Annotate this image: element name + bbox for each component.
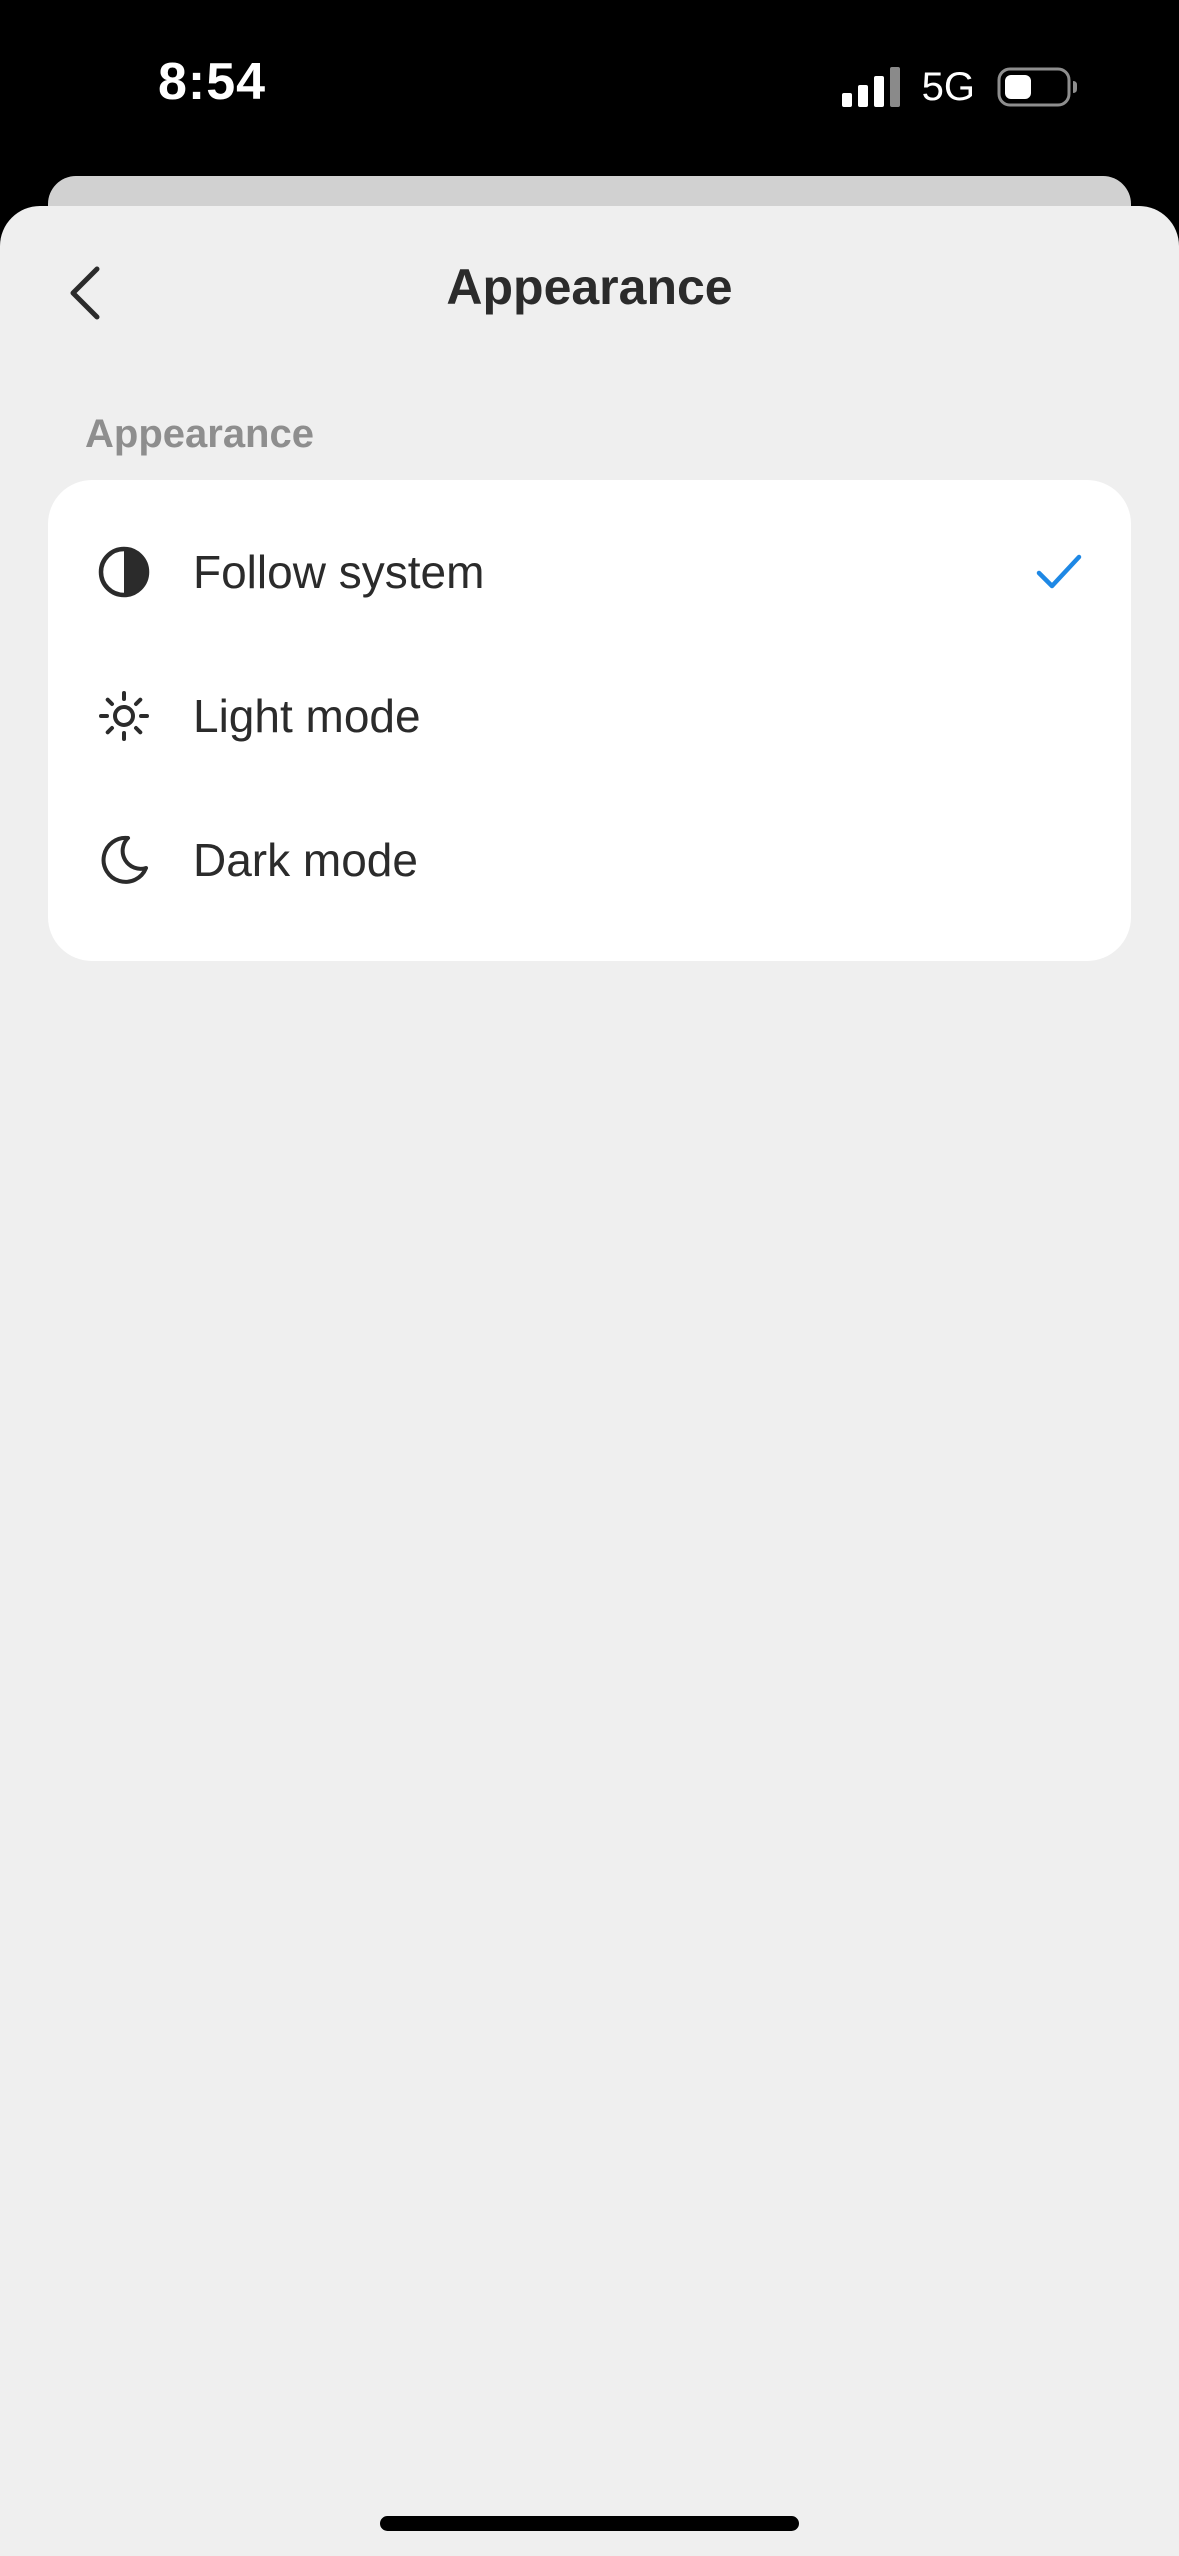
appearance-options-card: Follow system Light mode Dark mode xyxy=(48,480,1131,961)
appearance-sheet: Appearance Appearance Follow system Ligh… xyxy=(0,206,1179,2556)
signal-bars-icon xyxy=(841,67,900,107)
option-label: Dark mode xyxy=(193,834,418,886)
section-label: Appearance xyxy=(85,412,314,456)
page-title: Appearance xyxy=(446,259,733,315)
checkmark-icon xyxy=(1036,554,1082,589)
sun-icon xyxy=(99,691,149,741)
network-type: 5G xyxy=(921,64,975,109)
battery-icon xyxy=(997,67,1077,107)
back-button[interactable] xyxy=(55,261,115,325)
option-follow-system[interactable]: Follow system xyxy=(48,500,1131,644)
option-label: Light mode xyxy=(193,690,421,742)
moon-icon xyxy=(101,835,148,884)
status-bar: 8:54 5G xyxy=(0,0,1179,175)
status-indicators: 5G xyxy=(841,62,1079,112)
half-circle-contrast-icon xyxy=(98,546,150,598)
option-dark-mode[interactable]: Dark mode xyxy=(48,788,1131,932)
home-indicator[interactable] xyxy=(380,2516,799,2531)
option-light-mode[interactable]: Light mode xyxy=(48,644,1131,788)
chevron-left-icon xyxy=(70,266,100,320)
status-time: 8:54 xyxy=(158,53,267,111)
option-label: Follow system xyxy=(193,546,485,598)
